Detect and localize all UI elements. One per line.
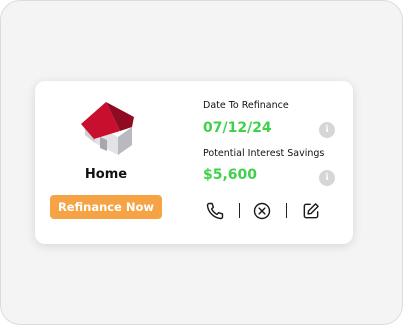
property-title: Home xyxy=(84,167,128,182)
date-to-refinance-value: 07/12/24 xyxy=(203,120,272,136)
action-divider xyxy=(286,203,287,218)
refinance-now-button[interactable]: Refinance Now xyxy=(50,195,162,219)
edit-icon[interactable] xyxy=(301,201,321,221)
interest-savings-label: Potential Interest Savings xyxy=(203,148,325,159)
date-to-refinance-label: Date To Refinance xyxy=(203,100,289,111)
interest-savings-value: $5,600 xyxy=(203,167,258,183)
close-circle-icon[interactable] xyxy=(252,201,272,221)
savings-info-icon[interactable]: i xyxy=(319,170,335,186)
refinance-card: Home Refinance Now Date To Refinance 07/… xyxy=(35,81,353,244)
phone-icon[interactable] xyxy=(205,201,225,221)
house-icon xyxy=(81,102,134,155)
app-frame: Home Refinance Now Date To Refinance 07/… xyxy=(0,0,403,325)
date-info-icon[interactable]: i xyxy=(319,122,335,138)
action-divider xyxy=(239,203,240,218)
